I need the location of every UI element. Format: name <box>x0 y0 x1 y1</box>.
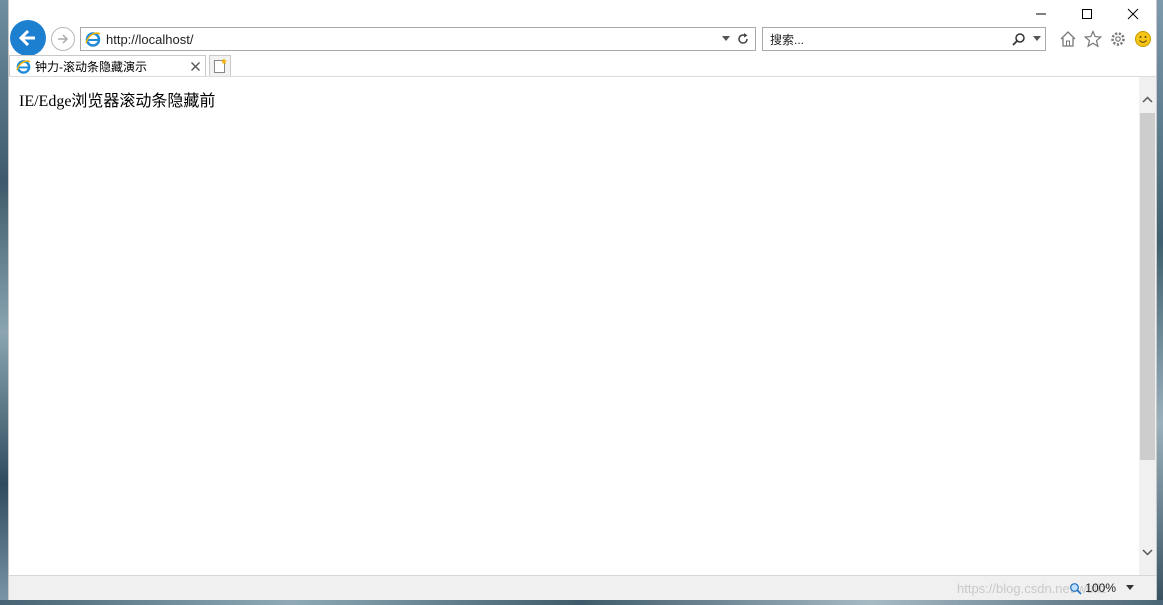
dropdown-icon <box>1033 36 1041 41</box>
minimize-button[interactable] <box>1018 0 1064 28</box>
scroll-down-button[interactable] <box>1139 544 1156 561</box>
search-placeholder[interactable]: 搜索... <box>770 31 1009 48</box>
forward-arrow-icon <box>58 34 69 44</box>
window-caption-buttons <box>1018 0 1156 28</box>
settings-gear-icon <box>1110 31 1125 46</box>
new-tab-icon <box>214 58 227 73</box>
feedback-button[interactable] <box>1132 28 1153 49</box>
address-bar[interactable]: http://localhost/ <box>80 27 756 51</box>
forward-button[interactable] <box>51 27 75 51</box>
tab-active[interactable]: 钟力-滚动条隐藏演示 <box>9 55 206 77</box>
dropdown-icon <box>722 36 730 41</box>
chevron-down-icon <box>1142 549 1153 556</box>
search-button[interactable] <box>1009 29 1029 49</box>
home-icon <box>1060 30 1075 47</box>
zoom-control[interactable]: 100% <box>1069 581 1134 595</box>
search-icon <box>1012 33 1025 46</box>
new-tab-button[interactable] <box>209 55 231 77</box>
tab-title: 钟力-滚动条隐藏演示 <box>35 60 147 74</box>
maximize-button[interactable] <box>1064 0 1110 28</box>
ie-icon <box>16 60 31 74</box>
close-tab-icon <box>190 62 200 71</box>
address-dropdown-button[interactable] <box>719 29 733 49</box>
home-button[interactable] <box>1057 28 1078 49</box>
browser-window: http://localhost/ 搜索... 钟力-滚动条隐藏演示 IE/Ed… <box>8 0 1157 600</box>
back-arrow-icon <box>18 29 35 47</box>
back-button[interactable] <box>10 20 46 56</box>
zoom-icon <box>1070 582 1082 595</box>
address-url[interactable]: http://localhost/ <box>106 32 719 47</box>
maximize-icon <box>1082 9 1092 19</box>
refresh-icon <box>738 33 748 44</box>
page-body-text: IE/Edge浏览器滚动条隐藏前 <box>19 93 216 110</box>
scroll-up-button[interactable] <box>1139 91 1156 108</box>
chevron-up-icon <box>1142 96 1153 103</box>
vertical-scrollbar[interactable] <box>1139 77 1156 575</box>
desktop-wallpaper-right <box>1157 0 1163 605</box>
close-window-button[interactable] <box>1110 0 1156 28</box>
search-box[interactable]: 搜索... <box>762 27 1046 51</box>
favorites-star-icon <box>1083 29 1102 47</box>
search-dropdown-button[interactable] <box>1029 29 1045 49</box>
page-content: IE/Edge浏览器滚动条隐藏前 <box>9 77 1139 575</box>
zoom-level: 100% <box>1085 581 1116 595</box>
desktop-wallpaper-left <box>0 0 8 605</box>
scroll-thumb[interactable] <box>1140 113 1155 460</box>
feedback-smiley-icon <box>1134 30 1151 47</box>
desktop-wallpaper-bottom <box>0 600 1163 605</box>
favorites-button[interactable] <box>1082 28 1103 49</box>
close-tab-button[interactable] <box>187 59 203 75</box>
status-bar: https://blog.csdn.net/wufiz 100% <box>9 575 1156 600</box>
close-icon <box>1127 8 1139 20</box>
settings-button[interactable] <box>1107 28 1128 49</box>
refresh-button[interactable] <box>733 29 753 49</box>
ie-icon <box>85 32 101 47</box>
dropdown-icon <box>1126 585 1134 590</box>
toolbar-icons <box>1057 28 1153 49</box>
minimize-icon <box>1036 13 1046 15</box>
